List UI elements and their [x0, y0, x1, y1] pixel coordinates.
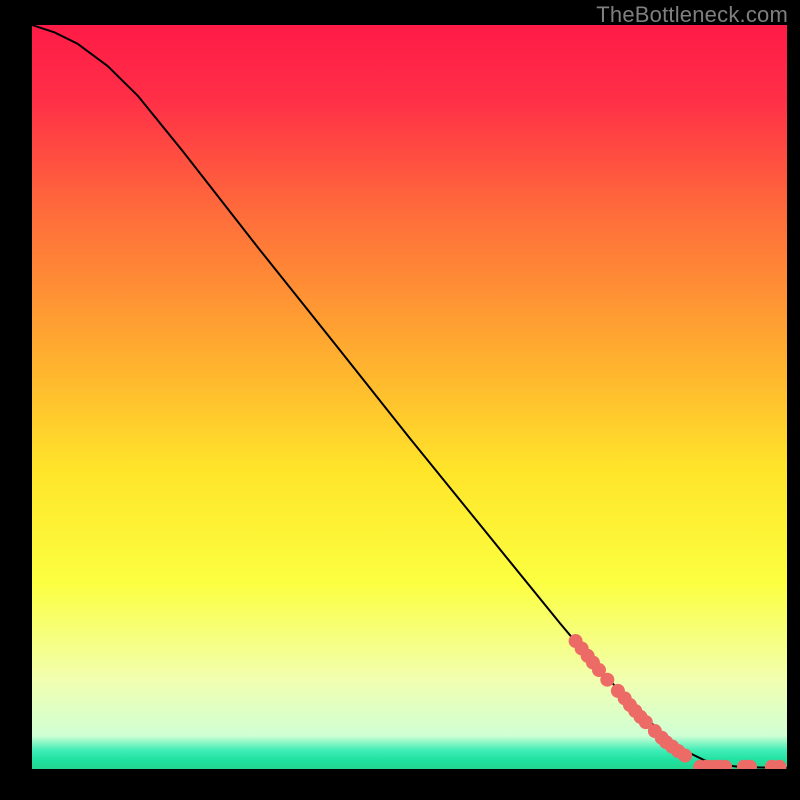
chart-plot [32, 25, 787, 769]
gradient-rect [32, 25, 787, 769]
data-marker [678, 749, 692, 763]
data-marker [600, 673, 614, 687]
chart-svg [32, 25, 787, 769]
chart-stage: TheBottleneck.com [0, 0, 800, 800]
